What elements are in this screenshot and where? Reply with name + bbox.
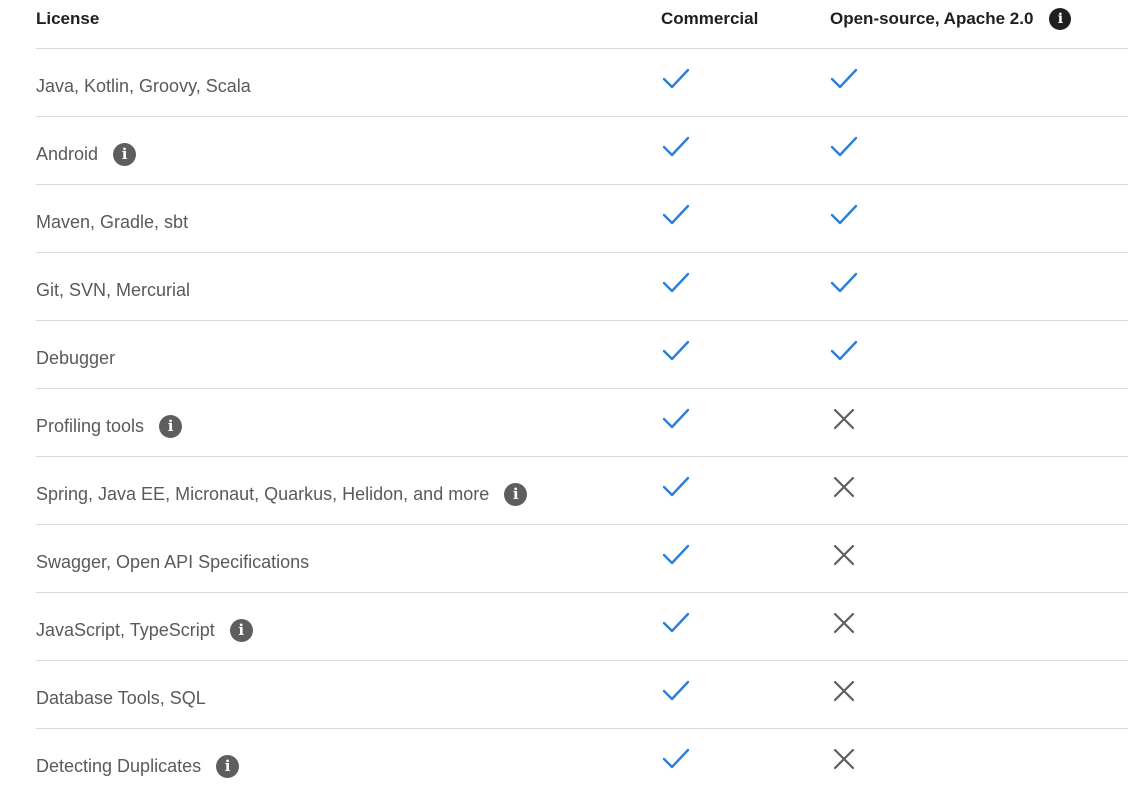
check-icon <box>661 540 691 570</box>
feature-cell: Maven, Gradle, sbt <box>36 210 188 234</box>
feature-label: Git, SVN, Mercurial <box>36 279 191 300</box>
check-icon <box>829 200 859 230</box>
info-icon[interactable]: i <box>159 414 183 438</box>
table-row: Maven, Gradle, sbt <box>36 185 1128 253</box>
check-icon <box>661 404 691 434</box>
table-row: Detecting Duplicates i <box>36 729 1128 796</box>
table-row: Debugger <box>36 321 1128 389</box>
feature-label: Database Tools, SQL <box>36 687 206 708</box>
table-row: Git, SVN, Mercurial <box>36 253 1128 321</box>
feature-cell: Swagger, Open API Specifications <box>36 550 309 574</box>
feature-label: Java, Kotlin, Groovy, Scala <box>36 75 251 96</box>
cross-icon <box>829 608 859 638</box>
feature-cell: Profiling tools i <box>36 414 183 438</box>
header-license: License <box>36 9 100 28</box>
info-icon[interactable]: i <box>216 754 240 778</box>
check-icon <box>829 132 859 162</box>
check-icon <box>661 608 691 638</box>
check-icon <box>661 268 691 298</box>
feature-cell: Android i <box>36 142 137 166</box>
check-icon <box>829 268 859 298</box>
header-opensource-label: Open-source, Apache 2.0 <box>830 9 1034 28</box>
feature-label: Detecting Duplicates <box>36 755 202 776</box>
check-icon <box>661 200 691 230</box>
cross-icon <box>829 676 859 706</box>
info-icon[interactable]: i <box>1049 8 1072 30</box>
table-row: Swagger, Open API Specifications <box>36 525 1128 593</box>
feature-label: Profiling tools <box>36 415 145 436</box>
check-icon <box>661 744 691 774</box>
table-row: Profiling tools i <box>36 389 1128 457</box>
cross-icon <box>829 744 859 774</box>
table-row: Java, Kotlin, Groovy, Scala <box>36 49 1128 117</box>
cross-icon <box>829 472 859 502</box>
info-icon[interactable]: i <box>504 482 528 506</box>
check-icon <box>661 132 691 162</box>
table-header: License Commercial Open-source, Apache 2… <box>36 0 1128 49</box>
feature-cell: Debugger <box>36 346 115 370</box>
table-row: Android i <box>36 117 1128 185</box>
feature-label: JavaScript, TypeScript <box>36 619 215 640</box>
header-opensource: Open-source, Apache 2.0 i <box>830 8 1072 30</box>
feature-label: Android <box>36 143 99 164</box>
check-icon <box>661 676 691 706</box>
table-row: Database Tools, SQL <box>36 661 1128 729</box>
feature-cell: JavaScript, TypeScript i <box>36 618 253 642</box>
license-comparison-table: License Commercial Open-source, Apache 2… <box>36 0 1128 796</box>
feature-cell: Java, Kotlin, Groovy, Scala <box>36 74 251 98</box>
feature-cell: Git, SVN, Mercurial <box>36 278 190 302</box>
check-icon <box>829 64 859 94</box>
check-icon <box>661 336 691 366</box>
cross-icon <box>829 540 859 570</box>
cross-icon <box>829 404 859 434</box>
feature-label: Maven, Gradle, sbt <box>36 211 189 232</box>
check-icon <box>661 472 691 502</box>
info-icon[interactable]: i <box>229 618 253 642</box>
table-body: Java, Kotlin, Groovy, Scala Android i Maven… <box>36 49 1128 796</box>
table-row: JavaScript, TypeScript i <box>36 593 1128 661</box>
header-commercial: Commercial <box>661 9 759 28</box>
info-icon[interactable]: i <box>113 142 137 166</box>
table-row: Spring, Java EE, Micronaut, Quarkus, Hel… <box>36 457 1128 525</box>
feature-cell: Database Tools, SQL <box>36 686 206 710</box>
check-icon <box>661 64 691 94</box>
feature-label: Swagger, Open API Specifications <box>36 551 310 572</box>
check-icon <box>829 336 859 366</box>
feature-cell: Spring, Java EE, Micronaut, Quarkus, Hel… <box>36 482 528 506</box>
feature-label: Debugger <box>36 347 116 368</box>
feature-cell: Detecting Duplicates i <box>36 754 240 778</box>
feature-label: Spring, Java EE, Micronaut, Quarkus, Hel… <box>36 483 490 504</box>
